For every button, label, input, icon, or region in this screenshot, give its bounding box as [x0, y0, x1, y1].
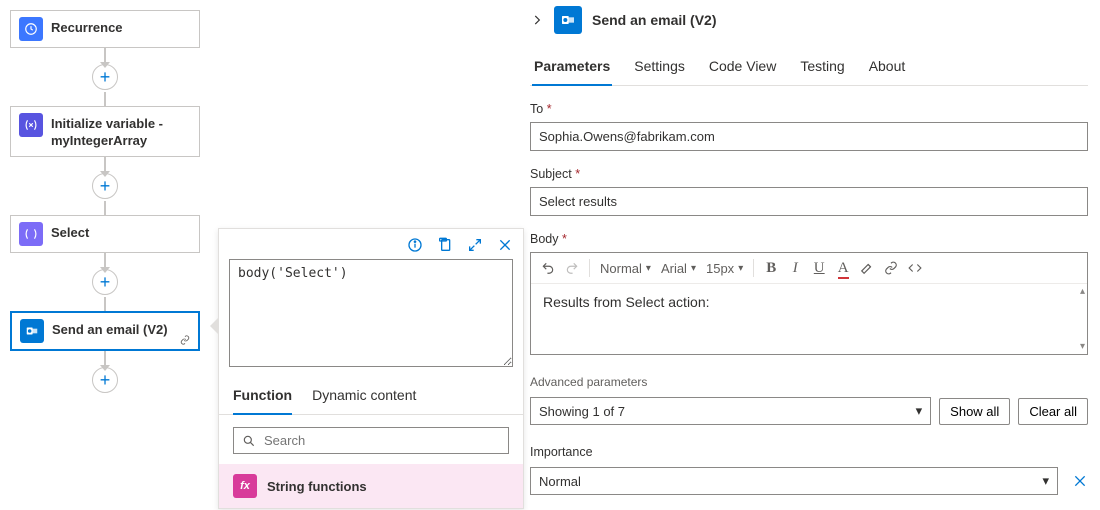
tab-dynamic-content[interactable]: Dynamic content: [312, 381, 416, 414]
expand-icon[interactable]: [467, 237, 483, 253]
link-icon: [178, 335, 192, 345]
flow-node-label: Send an email (V2): [52, 319, 168, 339]
flow-node-label: Recurrence: [51, 17, 123, 37]
body-editor: Normal▾ Arial▾ 15px▾ B I U A Results fro…: [530, 252, 1088, 355]
tab-function[interactable]: Function: [233, 381, 292, 415]
paragraph-style-dropdown[interactable]: Normal▾: [600, 261, 651, 276]
tab-parameters[interactable]: Parameters: [532, 50, 612, 86]
chevron-down-icon: ▾: [1042, 473, 1049, 489]
info-icon[interactable]: [407, 237, 423, 253]
body-toolbar: Normal▾ Arial▾ 15px▾ B I U A: [531, 253, 1087, 284]
body-label: Body *: [530, 232, 1088, 246]
variable-icon: [19, 113, 43, 137]
flow-connector: [104, 201, 106, 215]
to-label: To *: [530, 102, 1088, 116]
close-icon[interactable]: [497, 237, 513, 253]
importance-dropdown[interactable]: Normal ▾: [530, 467, 1058, 495]
action-details-panel: Send an email (V2) Parameters Settings C…: [530, 6, 1088, 495]
fx-icon: fx: [233, 474, 257, 498]
expression-input[interactable]: body('Select'): [229, 259, 513, 367]
importance-label: Importance: [530, 445, 1088, 459]
importance-row: Normal ▾: [530, 467, 1088, 495]
font-size-dropdown[interactable]: 15px▾: [706, 261, 743, 276]
clock-icon: [19, 17, 43, 41]
tab-about[interactable]: About: [867, 50, 908, 85]
tab-testing[interactable]: Testing: [798, 50, 846, 85]
search-icon: [242, 434, 256, 448]
flow-node-select[interactable]: Select: [10, 215, 200, 253]
remove-parameter-button[interactable]: [1072, 473, 1088, 489]
expression-flyout: body('Select') Function Dynamic content …: [218, 228, 524, 509]
advanced-parameters-label: Advanced parameters: [530, 375, 1088, 389]
flyout-tabs: Function Dynamic content: [219, 377, 523, 415]
flyout-toolbar: [219, 229, 523, 259]
outlook-icon: [20, 319, 44, 343]
bold-button[interactable]: B: [764, 260, 778, 277]
tab-code-view[interactable]: Code View: [707, 50, 778, 85]
subject-field[interactable]: [530, 187, 1088, 216]
subject-label: Subject *: [530, 167, 1088, 181]
to-field[interactable]: [530, 122, 1088, 151]
advanced-parameters-dropdown[interactable]: Showing 1 of 7 ▾: [530, 397, 931, 425]
panel-title: Send an email (V2): [592, 12, 716, 28]
function-category-string[interactable]: fx String functions: [219, 464, 523, 508]
collapse-panel-button[interactable]: [530, 13, 544, 27]
flow-connector: [104, 253, 106, 267]
body-content[interactable]: Results from Select action: ▴ ▾: [531, 284, 1087, 354]
font-family-dropdown[interactable]: Arial▾: [661, 261, 696, 276]
function-search[interactable]: [233, 427, 509, 454]
flow-connector: [104, 48, 106, 62]
function-search-input[interactable]: [264, 433, 500, 448]
flow-connector: [104, 92, 106, 106]
outlook-icon: [554, 6, 582, 34]
scroll-up-icon: ▴: [1080, 286, 1085, 297]
flow-connector: [104, 351, 106, 365]
clear-all-button[interactable]: Clear all: [1018, 398, 1088, 425]
flyout-pointer: [210, 317, 219, 335]
code-view-button[interactable]: [908, 261, 922, 275]
flow-node-label: Select: [51, 222, 89, 242]
chevron-down-icon: ▾: [916, 403, 923, 419]
panel-tabs: Parameters Settings Code View Testing Ab…: [530, 50, 1088, 86]
select-icon: [19, 222, 43, 246]
workflow-canvas: Recurrence + Initialize variable - myInt…: [10, 10, 200, 395]
redo-button[interactable]: [565, 261, 579, 275]
underline-button[interactable]: U: [812, 260, 826, 277]
flow-node-recurrence[interactable]: Recurrence: [10, 10, 200, 48]
panel-header: Send an email (V2): [530, 6, 1088, 34]
italic-button[interactable]: I: [788, 260, 802, 277]
font-color-button[interactable]: A: [836, 260, 850, 277]
flow-node-send-email[interactable]: Send an email (V2): [10, 311, 200, 351]
show-all-button[interactable]: Show all: [939, 398, 1010, 425]
clipboard-icon[interactable]: [437, 237, 453, 253]
link-button[interactable]: [884, 261, 898, 275]
function-category-label: String functions: [267, 479, 367, 494]
flow-connector: [104, 297, 106, 311]
undo-button[interactable]: [541, 261, 555, 275]
flow-connector: [104, 157, 106, 171]
scroll-down-icon: ▾: [1080, 341, 1085, 352]
flow-node-initialize-variable[interactable]: Initialize variable - myIntegerArray: [10, 106, 200, 157]
tab-settings[interactable]: Settings: [632, 50, 687, 85]
highlight-button[interactable]: [860, 261, 874, 275]
advanced-parameters-row: Showing 1 of 7 ▾ Show all Clear all: [530, 397, 1088, 425]
flow-node-label: Initialize variable - myIntegerArray: [51, 113, 191, 150]
